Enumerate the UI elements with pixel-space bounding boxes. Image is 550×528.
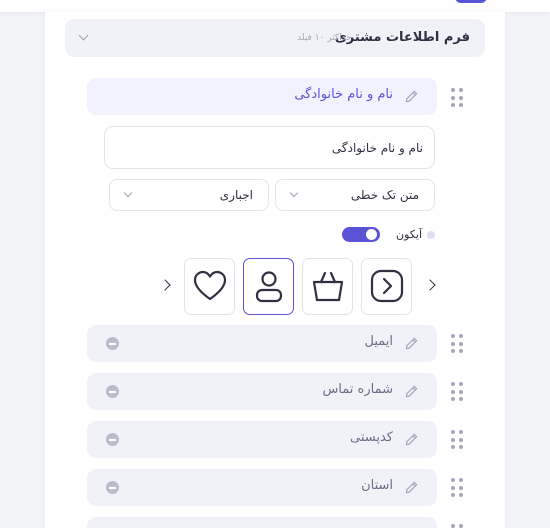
form-builder-panel: فرم اطلاعات مشتری حداکثر ۱۰ فیلد نام و ن… [45, 12, 505, 528]
icon-option-heart[interactable] [184, 258, 235, 315]
field-type-select[interactable]: متن تک خطی [275, 179, 435, 211]
drag-handle-icon[interactable] [451, 430, 464, 450]
required-select[interactable]: اجباری [109, 179, 269, 211]
required-value: اجباری [219, 188, 253, 202]
remove-field-icon[interactable] [106, 337, 119, 350]
toggle-knob [366, 229, 377, 240]
chevron-down-icon [123, 188, 133, 198]
drag-handle-icon[interactable] [451, 88, 464, 108]
pencil-icon[interactable] [404, 432, 419, 447]
field-card-email[interactable]: ایمیل [87, 325, 437, 362]
field-type-value: متن تک خطی [350, 188, 419, 202]
field-label: استان [361, 478, 393, 493]
field-label: ایمیل [364, 334, 393, 349]
chevron-right-box-icon [370, 269, 404, 303]
drag-handle-icon[interactable] [451, 524, 464, 528]
drag-handle-icon[interactable] [451, 334, 464, 354]
field-label: شماره تماس [322, 382, 393, 397]
remove-field-icon[interactable] [106, 385, 119, 398]
field-card-next[interactable] [87, 517, 437, 528]
icon-option-indicator [427, 231, 435, 239]
icon-toggle[interactable] [342, 227, 380, 242]
user-icon [255, 271, 283, 303]
field-name-input[interactable] [104, 126, 435, 169]
field-card-active[interactable]: نام و نام خانوادگی [87, 78, 437, 115]
field-label: کدپستی [350, 430, 393, 445]
chevron-left-icon[interactable] [159, 279, 171, 291]
field-card-postal-code[interactable]: کدپستی [87, 421, 437, 458]
top-bar [0, 0, 550, 12]
pencil-icon[interactable] [404, 480, 419, 495]
field-name-text[interactable] [105, 127, 434, 168]
field-card-phone[interactable]: شماره تماس [87, 373, 437, 410]
section-title: فرم اطلاعات مشتری [334, 30, 470, 45]
drag-handle-icon[interactable] [451, 382, 464, 402]
icon-option-chevron-box[interactable] [361, 258, 412, 315]
remove-field-icon[interactable] [106, 481, 119, 494]
field-card-province[interactable]: استان [87, 469, 437, 506]
field-label: نام و نام خانوادگی [294, 87, 393, 102]
heart-icon [193, 270, 227, 301]
section-hint: حداکثر ۱۰ فیلد [297, 33, 352, 43]
chevron-right-icon[interactable] [424, 279, 436, 291]
pencil-icon[interactable] [404, 384, 419, 399]
icon-option-basket[interactable] [302, 258, 353, 315]
top-bar-accent-button[interactable] [455, 0, 487, 3]
pencil-icon[interactable] [404, 336, 419, 351]
chevron-down-icon[interactable] [78, 30, 89, 41]
icon-toggle-label: آیکون [396, 228, 422, 241]
remove-field-icon[interactable] [106, 433, 119, 446]
drag-handle-icon[interactable] [451, 478, 464, 498]
section-header[interactable]: فرم اطلاعات مشتری حداکثر ۱۰ فیلد [65, 19, 485, 57]
icon-option-user[interactable] [243, 258, 294, 315]
basket-icon [312, 271, 344, 302]
chevron-down-icon [289, 188, 299, 198]
pencil-icon[interactable] [404, 89, 419, 104]
